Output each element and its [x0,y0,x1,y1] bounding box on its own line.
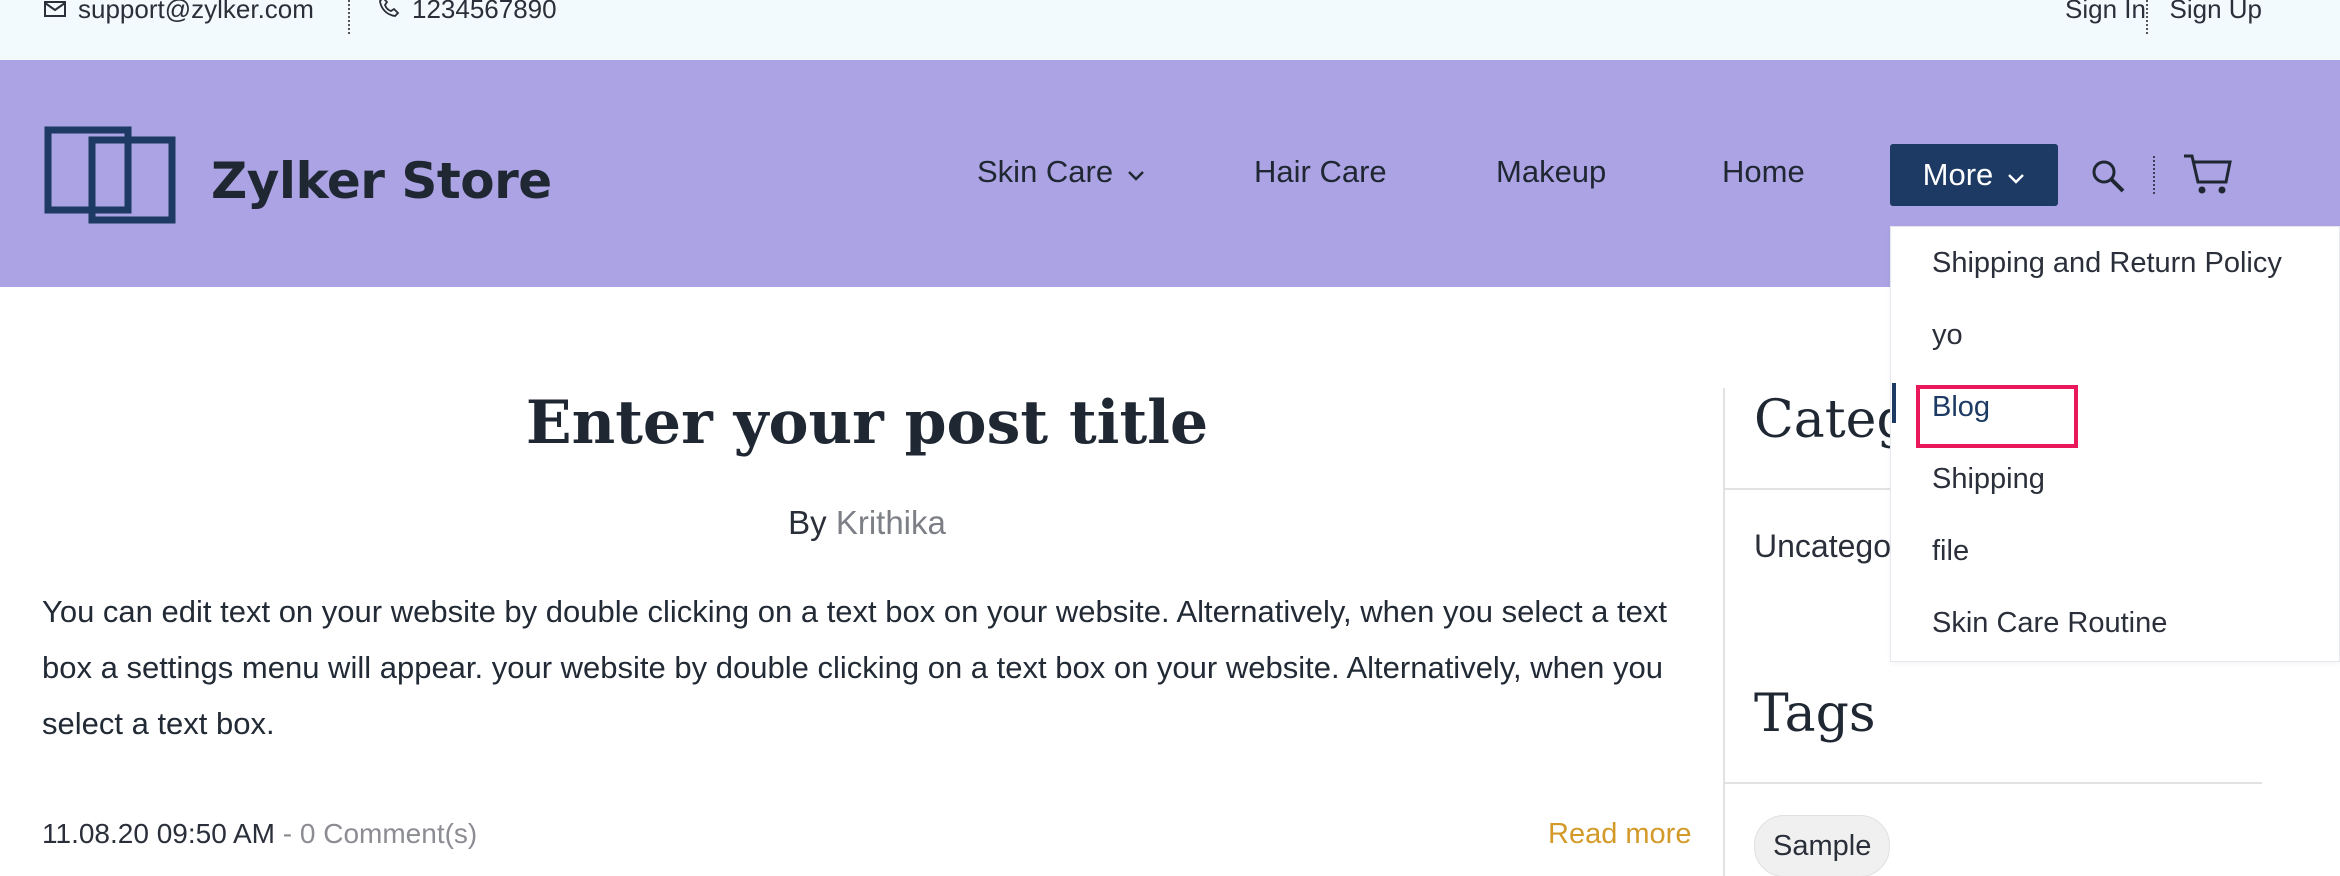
header-divider [2153,156,2155,194]
menu-item-file[interactable]: file [1932,535,1969,568]
nav-more-button[interactable]: More [1890,144,2058,206]
post-author[interactable]: Krithika [836,504,946,541]
menu-item-shipping-return-policy[interactable]: Shipping and Return Policy [1932,247,2282,280]
read-more-link[interactable]: Read more [1548,818,1691,851]
top-info-bar: support@zylker.com 1234567890 Sign In Si… [0,0,2340,60]
post-meta: 11.08.20 09:50 AM - 0 Comment(s) [42,818,477,850]
blog-highlight-box [1916,385,2078,448]
sign-up-link[interactable]: Sign Up [2170,0,2263,25]
sidebar-divider [1723,388,1725,876]
dropdown-accent-bar [1892,383,1896,423]
post-body: You can edit text on your website by dou… [42,594,1668,741]
categories-rule [1724,488,1890,490]
support-phone-text: 1234567890 [412,0,557,24]
nav-more-label: More [1922,157,1994,192]
phone-icon [378,0,400,25]
chevron-down-icon [2007,157,2025,193]
byline-label: By [788,504,827,541]
search-icon[interactable] [2090,158,2126,199]
brand-name[interactable]: Zylker Store [211,152,552,210]
menu-item-shipping[interactable]: Shipping [1932,463,2045,496]
nav-home[interactable]: Home [1722,154,1805,190]
tags-heading: Tags [1754,684,1876,744]
topbar-divider [348,0,350,34]
store-logo-icon[interactable] [44,126,176,229]
tag-chip[interactable]: Sample [1754,815,1891,876]
nav-skin-care-label: Skin Care [977,154,1114,189]
tags-rule [1724,782,2262,784]
post-title: Enter your post title [525,388,1209,458]
sign-in-link[interactable]: Sign In [2065,0,2146,25]
nav-skin-care[interactable]: Skin Care [977,154,1145,190]
support-email-text: support@zylker.com [78,0,314,24]
post-comments[interactable]: - 0 Comment(s) [283,818,477,849]
menu-item-yo[interactable]: yo [1932,319,1963,352]
cart-icon[interactable] [2182,152,2232,201]
menu-item-skin-care-routine[interactable]: Skin Care Routine [1932,607,2167,640]
support-email[interactable]: support@zylker.com [44,0,314,25]
chevron-down-icon [1127,154,1145,190]
mail-icon [44,0,66,25]
categories-heading: Categ [1754,390,1910,450]
category-item[interactable]: Uncatego [1754,528,1891,565]
nav-makeup[interactable]: Makeup [1496,154,1606,190]
topbar-divider [2146,0,2148,34]
post-date: 11.08.20 09:50 AM [42,818,275,849]
nav-hair-care[interactable]: Hair Care [1254,154,1387,190]
support-phone[interactable]: 1234567890 [378,0,557,25]
post-byline: By Krithika [0,504,1734,542]
